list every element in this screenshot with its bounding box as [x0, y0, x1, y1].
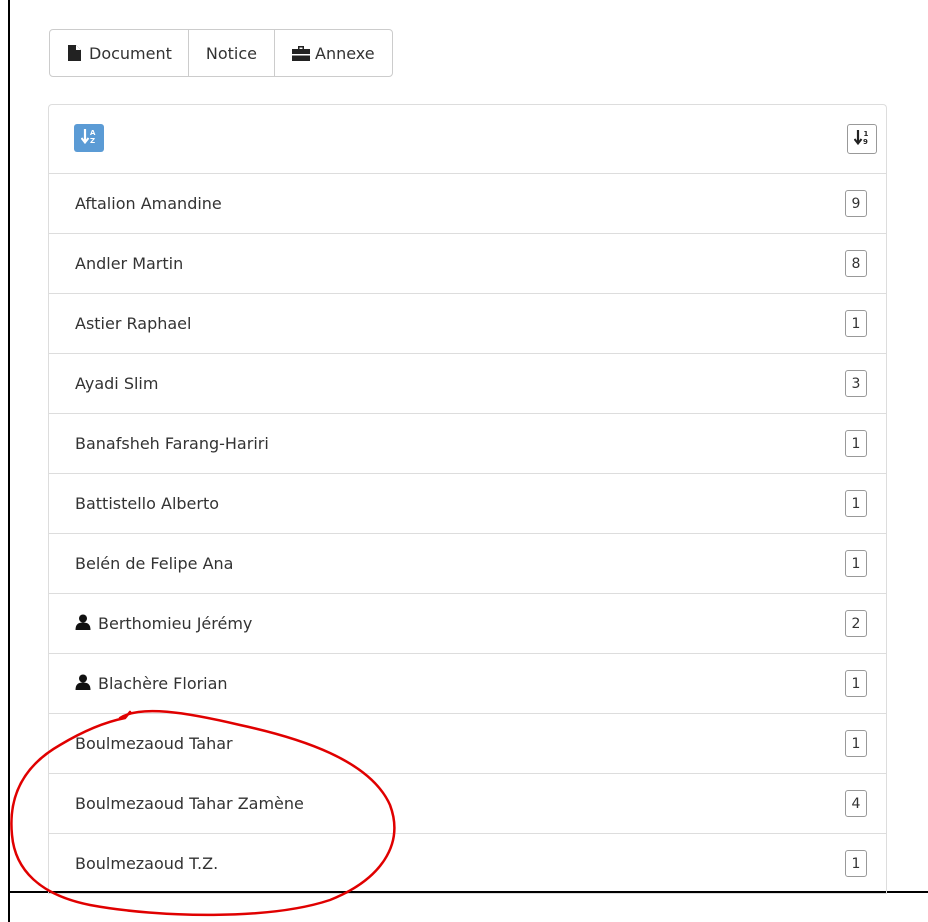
author-name: Boulmezaoud T.Z.	[75, 854, 219, 873]
author-name: Banafsheh Farang-Hariri	[75, 434, 269, 453]
svg-text:A: A	[90, 129, 96, 137]
user-icon	[75, 674, 91, 694]
svg-text:Z: Z	[90, 137, 95, 144]
list-item[interactable]: Boulmezaoud Tahar Zamène 4	[49, 774, 886, 834]
count-badge: 1	[845, 310, 867, 337]
annexe-button[interactable]: Annexe	[275, 30, 392, 76]
list-item[interactable]: Ayadi Slim 3	[49, 354, 886, 414]
author-name: Boulmezaoud Tahar	[75, 734, 233, 753]
count-badge: 9	[845, 190, 867, 217]
list-item[interactable]: Belén de Felipe Ana 1	[49, 534, 886, 594]
svg-text:9: 9	[863, 138, 868, 145]
list-item[interactable]: Berthomieu Jérémy 2	[49, 594, 886, 654]
count-badge: 1	[845, 730, 867, 757]
panel-header: A Z 1 9	[49, 105, 886, 174]
authors-list: Aftalion Amandine 9 Andler Martin 8 Asti…	[49, 174, 886, 894]
count-badge: 3	[845, 370, 867, 397]
count-badge: 1	[845, 550, 867, 577]
view-button-group: Document Notice Annexe	[49, 29, 393, 77]
count-badge: 1	[845, 670, 867, 697]
list-item[interactable]: Battistello Alberto 1	[49, 474, 886, 534]
list-item[interactable]: Banafsheh Farang-Hariri 1	[49, 414, 886, 474]
author-name: Boulmezaoud Tahar Zamène	[75, 794, 304, 813]
count-badge: 1	[845, 430, 867, 457]
notice-button[interactable]: Notice	[189, 30, 276, 76]
author-name: Astier Raphael	[75, 314, 192, 333]
count-badge: 1	[845, 490, 867, 517]
author-name: Battistello Alberto	[75, 494, 220, 513]
sort-count-button[interactable]: 1 9	[847, 124, 877, 154]
authors-panel: A Z 1 9 Aftalion Amandine 9 Andler Marti…	[48, 104, 887, 894]
author-name: Blachère Florian	[98, 674, 228, 693]
author-name: Berthomieu Jérémy	[98, 614, 253, 633]
sort-alpha-icon: A Z	[80, 128, 97, 148]
document-button[interactable]: Document	[50, 30, 189, 76]
sort-numeric-icon: 1 9	[853, 129, 870, 149]
author-name: Ayadi Slim	[75, 374, 159, 393]
annexe-button-label: Annexe	[315, 43, 375, 63]
author-name: Belén de Felipe Ana	[75, 554, 234, 573]
briefcase-icon	[292, 45, 311, 61]
count-badge: 8	[845, 250, 867, 277]
list-item[interactable]: Boulmezaoud Tahar 1	[49, 714, 886, 774]
window-border-left	[8, 0, 10, 922]
list-item[interactable]: Astier Raphael 1	[49, 294, 886, 354]
author-name: Aftalion Amandine	[75, 194, 222, 213]
user-icon	[75, 614, 91, 634]
count-badge: 4	[845, 790, 867, 817]
list-item[interactable]: Boulmezaoud T.Z. 1	[49, 834, 886, 894]
sort-alpha-button[interactable]: A Z	[74, 124, 104, 152]
list-item[interactable]: Blachère Florian 1	[49, 654, 886, 714]
document-button-label: Document	[89, 43, 172, 63]
list-item[interactable]: Aftalion Amandine 9	[49, 174, 886, 234]
author-name: Andler Martin	[75, 254, 184, 273]
count-badge: 1	[845, 850, 867, 877]
list-item[interactable]: Andler Martin 8	[49, 234, 886, 294]
count-badge: 2	[845, 610, 867, 637]
file-icon	[68, 45, 81, 61]
notice-button-label: Notice	[205, 43, 258, 63]
svg-text:1: 1	[864, 130, 869, 138]
